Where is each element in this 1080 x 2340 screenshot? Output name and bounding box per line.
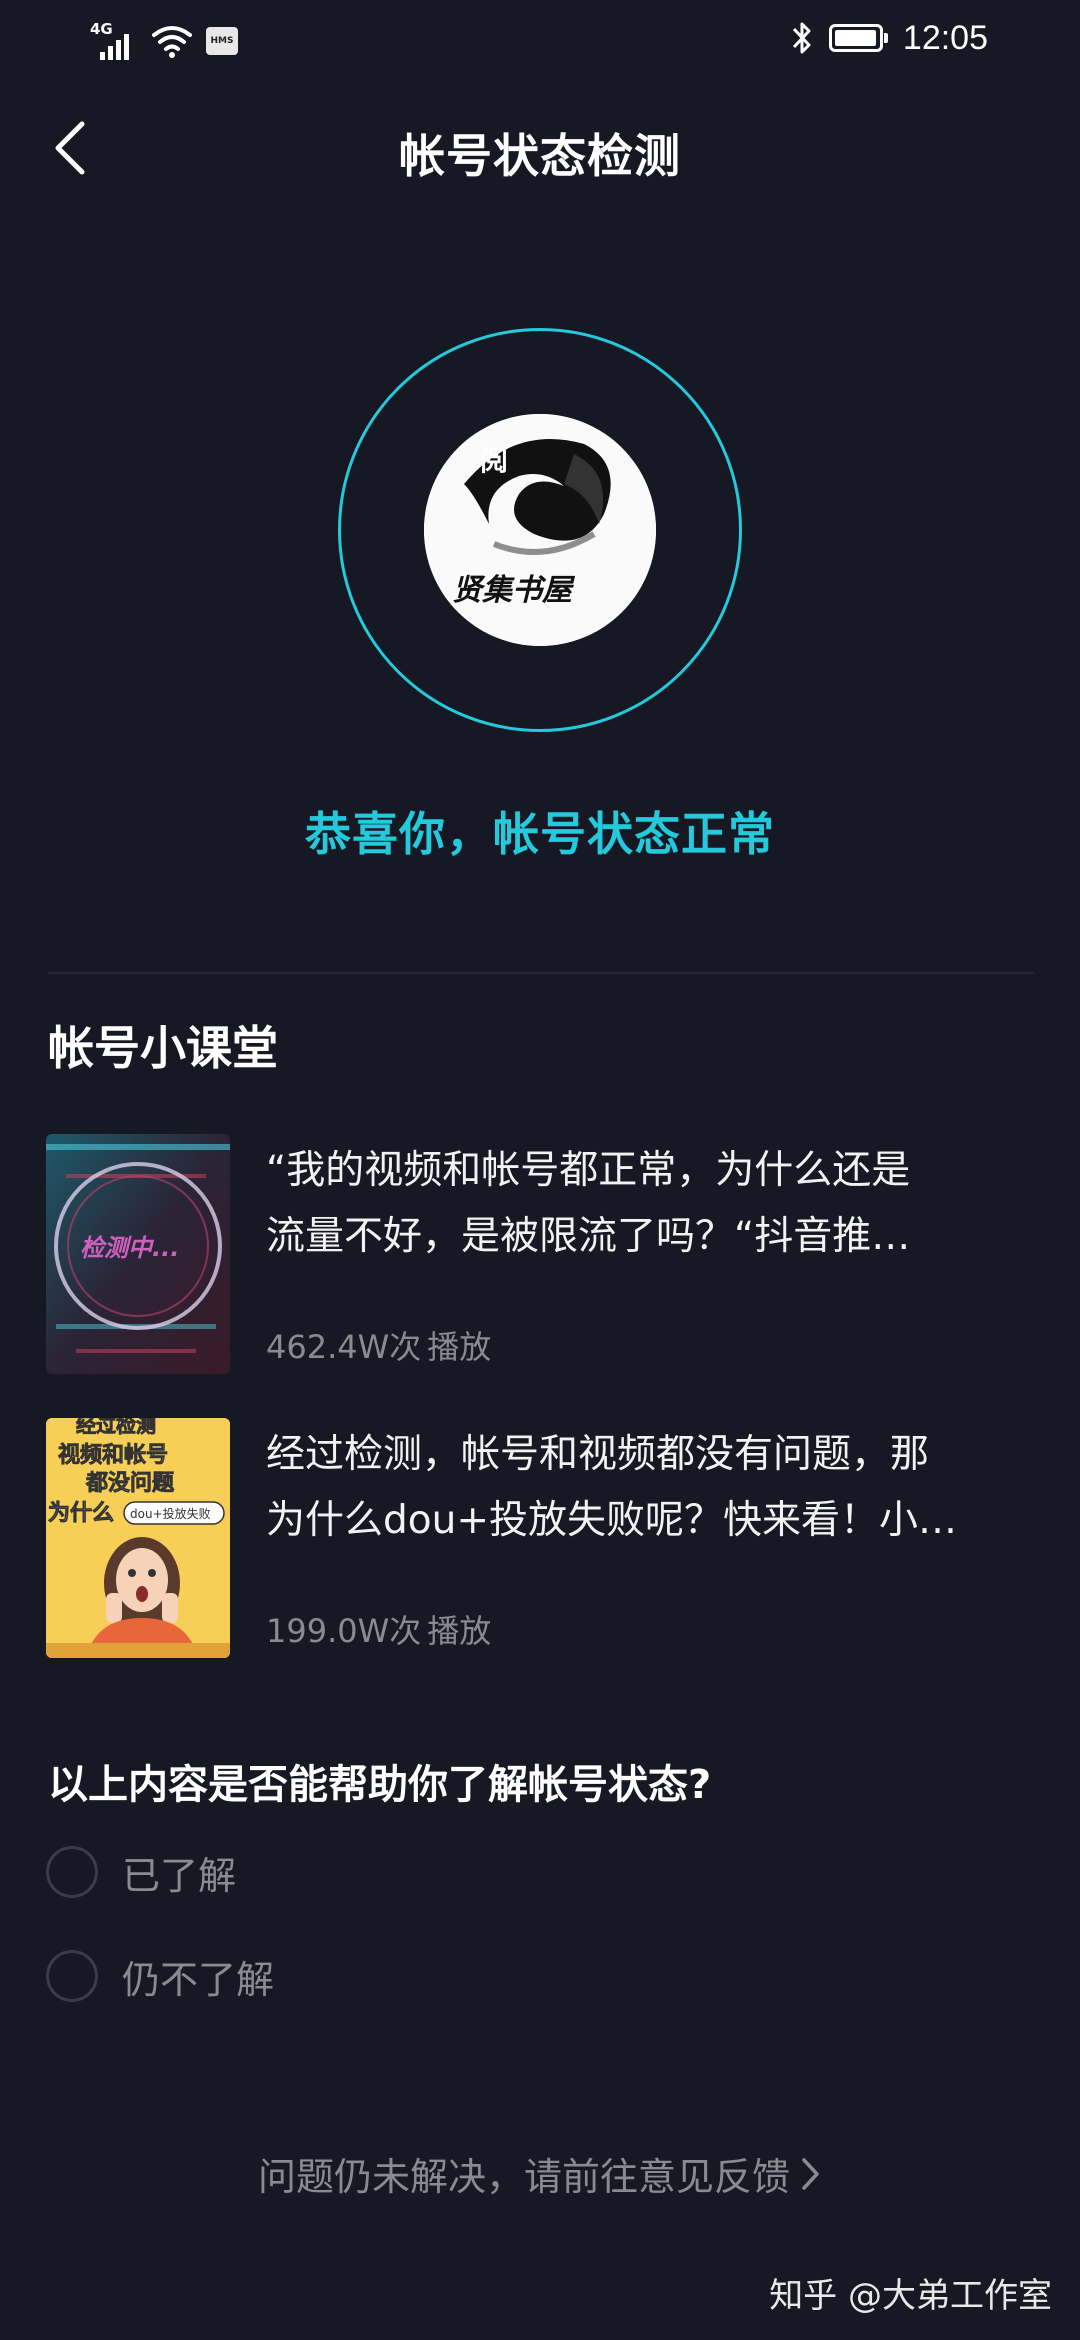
course-title: 经过检测，帐号和视频都没有问题，那 为什么dou+投放失败呢？快来看！小… <box>266 1422 1036 1554</box>
radio-button[interactable] <box>46 1950 98 2002</box>
status-bar: 4G HMS 12:05 <box>0 0 1080 84</box>
course-item[interactable]: 经过检测 视频和帐号 都没问题 为什么 dou+投放失败 经过检测，帐号和视频都… <box>46 1418 1036 1658</box>
svg-text:为什么: 为什么 <box>48 1501 114 1526</box>
svg-text:经过检测: 经过检测 <box>76 1418 156 1437</box>
svg-text:视频和帐号: 视频和帐号 <box>58 1442 168 1468</box>
feedback-link[interactable]: 问题仍未解决，请前往意见反馈 <box>0 2146 1080 2201</box>
section-title: 帐号小课堂 <box>48 1021 278 1075</box>
survey-option-understood[interactable]: 已了解 <box>46 1844 236 1900</box>
status-bar-left: 4G HMS <box>90 20 238 60</box>
play-count: 462.4W次 <box>266 1328 422 1366</box>
divider <box>48 972 1034 974</box>
course-thumbnail: 经过检测 视频和帐号 都没问题 为什么 dou+投放失败 <box>46 1418 230 1658</box>
battery-icon <box>828 24 888 52</box>
play-count: 199.0W次 <box>266 1612 422 1650</box>
header: 帐号状态检测 <box>0 110 1080 190</box>
screen: 4G HMS 12:05 帐号状态检测 阅 读 贤集书屋 恭喜你，帐号状态正常 … <box>0 0 1080 2340</box>
svg-text:检测中...: 检测中... <box>80 1234 179 1262</box>
course-title-line: 经过检测，帐号和视频都没有问题，那 <box>266 1432 930 1477</box>
svg-text:贤集书屋: 贤集书屋 <box>452 573 576 608</box>
svg-text:阅: 阅 <box>480 444 508 477</box>
svg-text:读: 读 <box>542 500 570 533</box>
svg-text:dou+投放失败: dou+投放失败 <box>130 1506 211 1521</box>
radio-label: 已了解 <box>122 1853 237 1898</box>
survey-question: 以上内容是否能帮助你了解帐号状态? <box>48 1762 712 1808</box>
survey-option-not-understood[interactable]: 仍不了解 <box>46 1948 274 2004</box>
status-bar-right: 12:05 <box>789 18 988 58</box>
play-suffix: 播放 <box>427 1612 492 1650</box>
course-title-line: 流量不好，是被限流了吗？“抖音推… <box>266 1214 911 1259</box>
watermark: 知乎 @大弟工作室 <box>769 2276 1052 2316</box>
hms-icon: HMS <box>206 27 238 55</box>
play-suffix: 播放 <box>427 1328 492 1366</box>
svg-text:都没问题: 都没问题 <box>85 1471 175 1496</box>
feedback-label: 问题仍未解决，请前往意见反馈 <box>257 2155 790 2199</box>
course-title-line: “我的视频和帐号都正常，为什么还是 <box>266 1148 911 1193</box>
course-thumbnail: 检测中... <box>46 1134 230 1374</box>
course-play-count: 199.0W次 播放 <box>266 1606 497 1652</box>
course-title: “我的视频和帐号都正常，为什么还是 流量不好，是被限流了吗？“抖音推… <box>266 1138 1036 1270</box>
course-item[interactable]: 检测中... “我的视频和帐号都正常，为什么还是 流量不好，是被限流了吗？“抖音… <box>46 1134 1036 1374</box>
page-title: 帐号状态检测 <box>399 129 681 183</box>
chevron-right-icon <box>802 2157 819 2190</box>
course-title-line: 为什么dou+投放失败呢？快来看！小… <box>266 1498 958 1543</box>
avatar[interactable]: 阅 读 贤集书屋 <box>424 414 656 646</box>
account-status-message: 恭喜你，帐号状态正常 <box>305 807 775 861</box>
status-time: 12:05 <box>902 18 988 57</box>
signal-icon: 4G <box>90 20 146 60</box>
radio-button[interactable] <box>46 1846 98 1898</box>
course-play-count: 462.4W次 播放 <box>266 1322 497 1368</box>
radio-label: 仍不了解 <box>122 1957 275 2002</box>
bluetooth-icon <box>792 22 811 54</box>
wifi-icon <box>152 26 192 58</box>
avatar-logo: 阅 读 贤集书屋 <box>424 414 656 646</box>
